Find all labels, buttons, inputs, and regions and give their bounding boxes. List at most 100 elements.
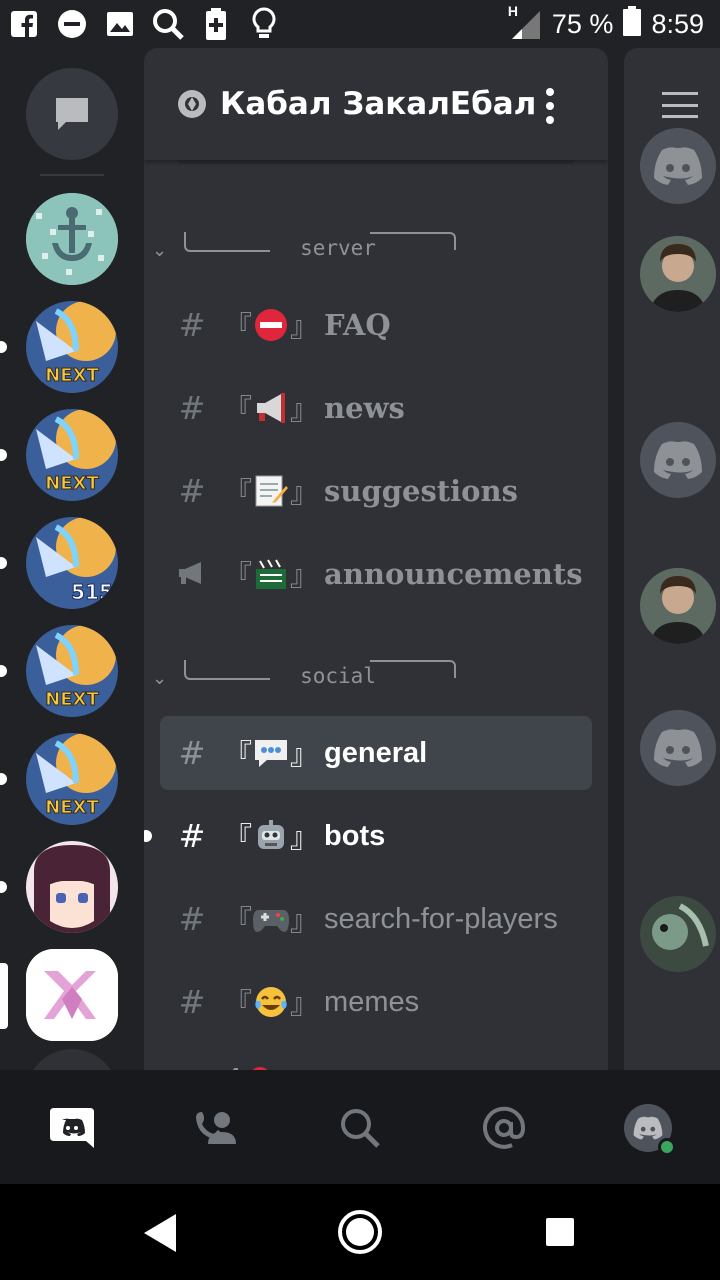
nav-profile[interactable] [620,1100,676,1156]
nav-friends[interactable] [188,1100,244,1156]
server-anchor[interactable] [26,193,118,285]
chat-bubble-icon [56,98,88,130]
server-next-1[interactable]: NEXT [26,301,118,393]
channel-bots[interactable]: # 『 』 bots [144,799,592,873]
channel-news[interactable]: # 『 』 news [160,371,592,445]
member-avatar-art[interactable] [640,896,716,972]
server-next-3[interactable]: NEXT [26,625,118,717]
direct-messages-button[interactable] [26,68,118,160]
nav-search[interactable] [332,1100,388,1156]
battery-saver-icon [192,0,240,48]
lightbulb-icon [240,0,288,48]
server-header[interactable]: Кабал ЗакалЕбал [144,48,608,160]
recents-icon[interactable] [544,1216,576,1248]
channel-name: news [324,391,405,425]
video-game-icon [252,902,290,936]
clock: 8:59 [651,8,704,39]
channel-name: announcements [324,557,583,591]
channel-faq[interactable]: # 『 』 FAQ [160,288,592,362]
bottom-navigation [0,1070,720,1184]
boost-gem-icon [176,88,208,120]
svg-text:NEXT: NEXT [45,365,99,386]
member-avatar-discord[interactable] [640,710,716,786]
channel-suggestions[interactable]: # 『 』 suggestions [160,454,592,528]
channel-name: general [324,736,428,769]
hash-icon: # [178,306,206,344]
loudspeaker-icon [252,391,290,425]
category-server[interactable]: ⌄ server [144,228,608,278]
speech-balloon-icon [252,736,290,770]
pink-logo-icon [26,949,118,1041]
category-label: social [300,664,376,688]
server-rail: NEXT NEXT 515 NEXT NEXT [0,48,144,1070]
facebook-icon [0,0,48,48]
status-bar: H 75 % 8:59 [0,0,720,48]
channel-memes[interactable]: # 『 』 memes [160,965,592,1039]
channel-name: suggestions [324,474,518,508]
member-avatar-photo[interactable] [640,236,716,312]
515-server-icon: 515 [26,517,118,609]
image-icon [96,0,144,48]
discord-default-avatar-icon [633,1116,663,1140]
do-not-disturb-icon [48,0,96,48]
member-avatar-discord[interactable] [640,422,716,498]
unread-indicator [0,665,7,677]
person-photo-icon [640,236,716,312]
channel-list: Кабал ЗакалЕбал ⌄ server # 『 』 FAQ # 『 』… [144,48,608,1070]
menu-icon[interactable] [662,92,698,118]
robot-icon [252,819,290,853]
next-server-icon: NEXT [26,625,118,717]
server-next-4[interactable]: NEXT [26,733,118,825]
server-next-2[interactable]: NEXT [26,409,118,501]
channel-name: bots [324,819,386,852]
server-anime[interactable] [26,841,118,933]
discord-home-icon [50,1108,94,1148]
hash-icon: # [178,900,206,938]
category-label: server [300,236,376,260]
category-divider [370,232,456,250]
channel-name: memes [324,985,420,1018]
unread-indicator [0,773,7,785]
art-avatar-icon [640,896,716,972]
person-photo-icon [640,568,716,644]
unread-indicator [0,341,7,353]
more-options-icon[interactable] [538,88,562,124]
category-social[interactable]: ⌄ social [144,656,608,706]
channel-search-for-players[interactable]: # 『 』 search-for-players [160,882,592,956]
discord-default-avatar-icon [654,441,702,479]
server-515[interactable]: 515 [26,517,118,609]
server-pink-logo[interactable] [26,949,118,1041]
server-partial[interactable] [26,1049,118,1070]
back-icon[interactable] [140,1212,180,1254]
channel-name: FAQ [324,308,391,342]
unread-indicator [0,449,7,461]
no-entry-icon [252,308,290,342]
member-avatar-photo[interactable] [640,568,716,644]
anime-avatar-icon [26,841,118,933]
server-name: Кабал ЗакалЕбал [220,86,537,122]
hash-icon: # [178,983,206,1021]
android-navigation-bar [0,1184,720,1280]
channel-announcements[interactable]: 『 』 announcements [160,537,592,611]
unread-indicator [0,557,7,569]
member-list [624,48,720,1070]
unread-indicator [144,830,152,842]
hash-icon: # [178,472,206,510]
channel-general[interactable]: # 『 』 general [160,716,592,790]
friends-icon [196,1112,236,1144]
nav-home[interactable] [44,1100,100,1156]
online-status-icon [658,1138,676,1156]
battery-percent: 75 % [551,8,614,39]
megaphone-icon [160,555,224,593]
clapper-board-icon [252,557,290,591]
search-icon [144,0,192,48]
svg-text:NEXT: NEXT [45,689,99,710]
member-avatar-discord[interactable] [640,128,716,204]
anchor-server-icon [26,193,118,285]
home-icon[interactable] [336,1208,384,1256]
nav-mentions[interactable] [476,1100,532,1156]
battery-icon [623,5,642,43]
selected-server-indicator [0,963,8,1029]
tears-of-joy-icon [252,985,290,1019]
profile-avatar [624,1104,676,1156]
